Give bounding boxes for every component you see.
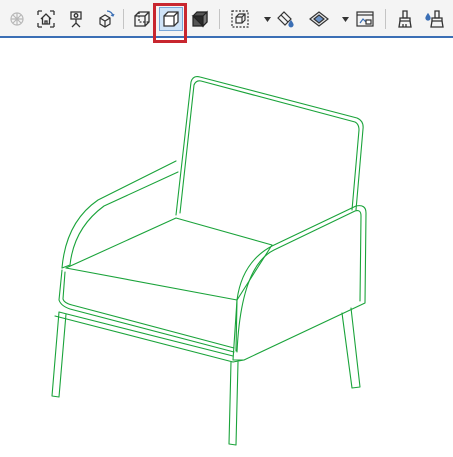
armchair-model bbox=[51, 76, 367, 446]
selected-tool-highlight bbox=[153, 3, 187, 43]
toolbar-separator bbox=[219, 9, 220, 29]
toolbar-separator bbox=[385, 9, 386, 29]
view-toolbar bbox=[0, 0, 453, 38]
grid-view-icon[interactable] bbox=[5, 7, 29, 31]
surface-style-icon[interactable] bbox=[307, 7, 331, 31]
render-window-icon[interactable] bbox=[353, 7, 377, 31]
toolbar-separator bbox=[123, 9, 124, 29]
brush-drop-icon[interactable] bbox=[422, 7, 446, 31]
material-paint-icon[interactable] bbox=[273, 7, 297, 31]
shaded-mode-icon[interactable] bbox=[188, 7, 212, 31]
section-box-icon[interactable] bbox=[228, 7, 252, 31]
3d-viewport[interactable] bbox=[0, 40, 453, 457]
surface-style-dropdown[interactable] bbox=[341, 7, 349, 31]
orbit-3d-icon[interactable] bbox=[93, 7, 117, 31]
section-box-dropdown[interactable] bbox=[263, 7, 271, 31]
brush-icon[interactable] bbox=[393, 7, 417, 31]
camera-walk-icon[interactable] bbox=[64, 7, 88, 31]
wireframe-mode-icon[interactable] bbox=[130, 7, 154, 31]
home-view-icon[interactable] bbox=[34, 7, 58, 31]
